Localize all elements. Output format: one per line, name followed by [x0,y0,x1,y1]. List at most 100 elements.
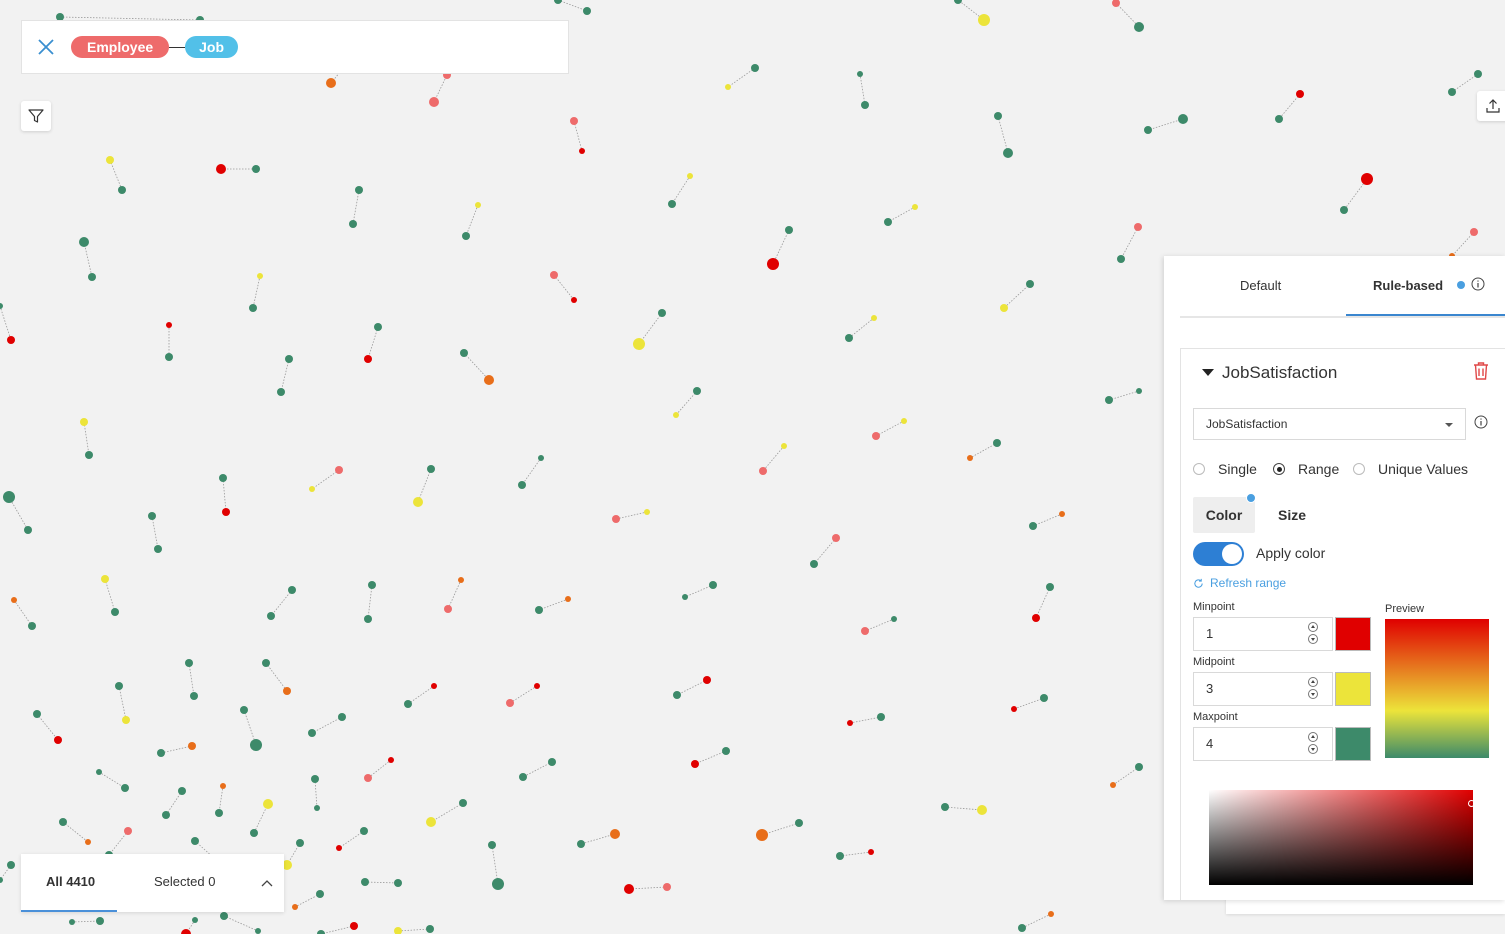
graph-node[interactable] [220,912,228,920]
graph-node[interactable] [577,840,585,848]
graph-node[interactable] [24,526,32,534]
graph-edge[interactable] [367,326,379,360]
graph-node[interactable] [364,355,372,363]
graph-edge[interactable] [521,457,542,486]
graph-node[interactable] [220,783,226,789]
graph-node[interactable] [122,716,130,724]
graph-edge[interactable] [83,421,90,456]
graph-node[interactable] [181,929,191,934]
graph-node[interactable] [250,829,258,837]
graph-node[interactable] [311,775,319,783]
graph-node[interactable] [350,922,358,930]
radio-circle[interactable] [1353,463,1365,475]
tab-all-count[interactable]: All 4410 [46,874,95,889]
graph-node[interactable] [756,829,768,841]
graph-edge[interactable] [160,745,193,754]
graph-node[interactable] [361,878,369,886]
graph-node[interactable] [255,928,261,934]
graph-node[interactable] [1470,228,1478,236]
graph-node[interactable] [767,258,779,270]
graph-edge[interactable] [367,584,373,620]
graph-node[interactable] [912,204,918,210]
graph-node[interactable] [285,355,293,363]
graph-node[interactable] [219,474,227,482]
graph-edge[interactable] [13,599,33,627]
graph-node[interactable] [1018,924,1026,932]
graph-node[interactable] [673,691,681,699]
graph-edge[interactable] [314,778,318,809]
graph-node[interactable] [426,817,436,827]
graph-node[interactable] [262,659,270,667]
graph-edge[interactable] [675,390,698,416]
graph-edge[interactable] [522,761,553,778]
graph-node[interactable] [0,877,3,883]
graph-node[interactable] [388,757,394,763]
graph-node[interactable] [785,226,793,234]
graph-node[interactable] [96,769,102,775]
graph-node[interactable] [658,309,666,317]
graph-node[interactable] [429,97,439,107]
graph-node[interactable] [663,883,671,891]
radio-circle[interactable] [1193,463,1205,475]
graph-node[interactable] [88,273,96,281]
graph-edge[interactable] [270,589,293,617]
graph-node[interactable] [7,336,15,344]
graph-node[interactable] [404,700,412,708]
number-stepper[interactable] [1308,732,1320,756]
graph-node[interactable] [810,560,818,568]
graph-node[interactable] [475,202,481,208]
graph-edge[interactable] [280,358,290,393]
graph-node[interactable] [610,829,620,839]
graph-node[interactable] [154,545,162,553]
graph-node[interactable] [368,581,376,589]
graph-node[interactable] [374,323,382,331]
graph-node[interactable] [185,659,193,667]
graph-node[interactable] [292,904,298,910]
graph-node[interactable] [336,845,342,851]
graph-node[interactable] [861,627,869,635]
graph-node[interactable] [548,758,556,766]
graph-node[interactable] [1048,911,1054,917]
graph-node[interactable] [1135,763,1143,771]
graph-node[interactable] [994,112,1002,120]
graph-node[interactable] [1275,115,1283,123]
graph-node[interactable] [96,917,104,925]
graph-node[interactable] [121,784,129,792]
graph-node[interactable] [215,809,223,817]
graph-node[interactable] [682,594,688,600]
graph-edge[interactable] [615,511,648,520]
graph-node[interactable] [836,852,844,860]
graph-node[interactable] [624,884,634,894]
graph-node[interactable] [118,186,126,194]
graph-node[interactable] [349,220,357,228]
graph-node[interactable] [263,799,273,809]
graph-edge[interactable] [36,713,59,741]
graph-node[interactable] [1011,706,1017,712]
close-icon[interactable] [36,37,56,57]
graph-node[interactable] [316,890,324,898]
graph-edge[interactable] [997,115,1009,154]
graph-node[interactable] [190,692,198,700]
graph-node[interactable] [1361,173,1373,185]
graph-node[interactable] [978,14,990,26]
chevron-up-icon[interactable] [260,878,274,888]
graph-node[interactable] [534,683,540,689]
graph-node[interactable] [148,512,156,520]
graph-node[interactable] [309,486,315,492]
graph-node[interactable] [191,837,199,845]
graph-edge[interactable] [252,275,261,309]
graph-edge[interactable] [1108,390,1140,401]
graph-node[interactable] [192,917,198,923]
graph-edge[interactable] [397,928,431,932]
graph-edge[interactable] [98,771,126,789]
graph-node[interactable] [80,418,88,426]
graph-node[interactable] [977,805,987,815]
graph-node[interactable] [877,713,885,721]
graph-edge[interactable] [1032,513,1063,527]
graph-node[interactable] [222,508,230,516]
graph-node[interactable] [845,334,853,342]
graph-edge[interactable] [294,893,321,908]
minpoint-color-swatch[interactable] [1335,617,1371,651]
info-icon[interactable] [1474,415,1488,429]
graph-node[interactable] [554,0,562,4]
